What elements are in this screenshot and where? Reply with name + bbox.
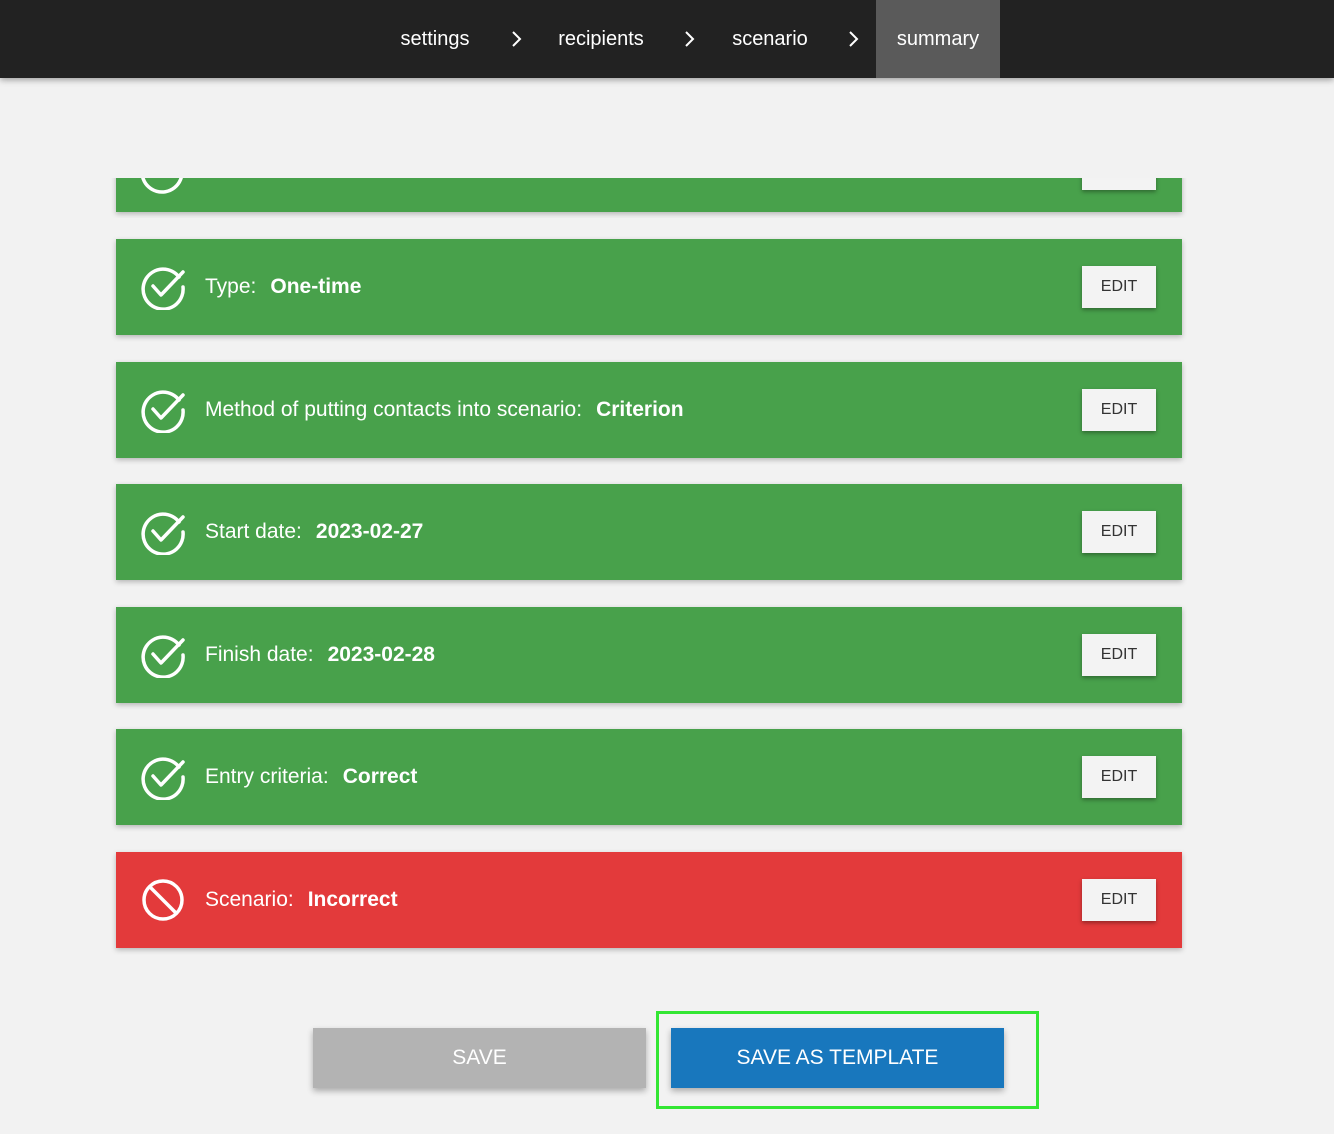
row-label: Finish date: [205, 643, 314, 666]
summary-row-text: Start date: 2023-02-27 [205, 484, 423, 580]
step-summary[interactable]: summary [876, 0, 1000, 78]
row-label: Start date: [205, 520, 302, 543]
row-value: 2023-02-27 [315, 520, 424, 543]
summary-row-text: Type: One-time [205, 239, 361, 335]
row-label: Scenario: [205, 888, 294, 911]
summary-row-text: Scenario: Incorrect [205, 852, 398, 948]
step-settings[interactable]: settings [380, 0, 490, 78]
edit-button[interactable] [1082, 178, 1156, 190]
row-value: Criterion [596, 398, 684, 421]
row-value: 2023-02-28 [327, 643, 435, 666]
summary-row-text: Entry criteria: Correct [205, 729, 417, 825]
summary-row-start-date: Start date: 2023-02-27 EDIT [116, 484, 1182, 580]
check-circle-icon [141, 512, 185, 555]
wizard-navigation: settings recipients scenario summary [0, 0, 1334, 78]
save-button[interactable]: SAVE [313, 1028, 646, 1088]
summary-row-text: Finish date: 2023-02-28 [205, 607, 435, 703]
prohibited-icon [142, 879, 184, 921]
edit-button[interactable]: EDIT [1082, 756, 1156, 798]
check-circle-icon [141, 757, 185, 800]
step-scenario[interactable]: scenario [714, 0, 826, 78]
edit-button[interactable]: EDIT [1082, 879, 1156, 921]
chevron-right-icon [507, 0, 527, 78]
row-label: Method of putting contacts into scenario… [205, 398, 583, 421]
check-circle-icon [141, 267, 185, 310]
summary-row-partial [116, 178, 1182, 212]
scrolled-card-clip [0, 178, 1334, 218]
check-circle-icon [141, 178, 183, 194]
summary-row-finish-date: Finish date: 2023-02-28 EDIT [116, 607, 1182, 703]
chevron-right-icon [844, 0, 864, 78]
check-circle-icon [141, 390, 185, 433]
edit-button[interactable]: EDIT [1082, 634, 1156, 676]
edit-button[interactable]: EDIT [1082, 266, 1156, 308]
chevron-right-icon [680, 0, 700, 78]
step-recipients[interactable]: recipients [540, 0, 662, 78]
row-label: Type: [205, 275, 257, 298]
summary-row-entry-criteria: Entry criteria: Correct EDIT [116, 729, 1182, 825]
summary-row-scenario: Scenario: Incorrect EDIT [116, 852, 1182, 948]
summary-row-text: Method of putting contacts into scenario… [205, 362, 684, 458]
row-value: Incorrect [307, 888, 398, 911]
row-value: One-time [270, 275, 362, 298]
summary-row-type: Type: One-time EDIT [116, 239, 1182, 335]
summary-row-method: Method of putting contacts into scenario… [116, 362, 1182, 458]
row-label: Entry criteria: [205, 765, 329, 788]
check-circle-icon [141, 635, 185, 678]
save-as-template-button[interactable]: SAVE AS TEMPLATE [671, 1028, 1004, 1088]
edit-button[interactable]: EDIT [1082, 511, 1156, 553]
edit-button[interactable]: EDIT [1082, 389, 1156, 431]
row-value: Correct [342, 765, 418, 788]
